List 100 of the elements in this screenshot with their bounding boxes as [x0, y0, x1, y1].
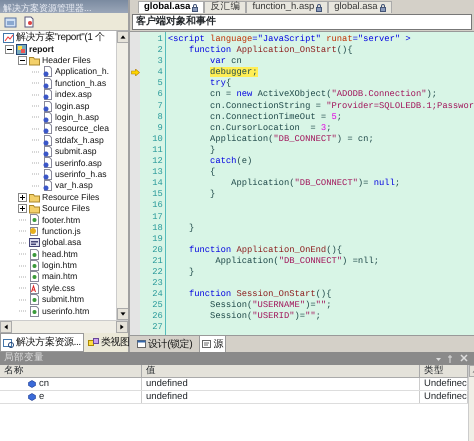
- scroll-left-icon[interactable]: [0, 321, 12, 333]
- code-line: Session("USERNAME")="";: [209, 300, 332, 312]
- line-number: 14: [151, 178, 164, 190]
- tree-item[interactable]: function.js: [0, 226, 116, 238]
- tree-line-icon: [32, 82, 40, 84]
- editor-tab[interactable]: global.asa: [138, 1, 204, 13]
- tree-item[interactable]: footer.htm: [0, 214, 116, 226]
- tree-item[interactable]: submit.asp: [0, 146, 116, 158]
- tree-item[interactable]: login_h.asp: [0, 112, 116, 124]
- lock-icon: [192, 4, 198, 12]
- code-line: Session("USERID")="";: [209, 311, 321, 322]
- tree-item[interactable]: var_h.asp: [0, 180, 116, 192]
- tree-line-icon: [18, 230, 26, 232]
- object-dropdown[interactable]: 客户端对象和事件: [132, 14, 472, 30]
- code-line: var cn: [209, 56, 242, 68]
- collapse-icon[interactable]: [5, 44, 14, 54]
- line-number: 23: [151, 278, 164, 290]
- web-file-icon: [29, 214, 40, 226]
- tree-item[interactable]: userinfo.asp: [0, 157, 116, 169]
- editor-tab[interactable]: function_h.asp: [246, 1, 328, 13]
- tree-item[interactable]: main.htm: [0, 271, 116, 283]
- tree-item[interactable]: resource_clea: [0, 123, 116, 135]
- line-number: 9: [156, 122, 164, 134]
- line-number: 11: [151, 144, 164, 156]
- tree-item[interactable]: global.asa: [0, 237, 116, 248]
- document-icon[interactable]: [23, 16, 35, 28]
- tree-item[interactable]: login.asp: [0, 100, 116, 112]
- tree-item[interactable]: style.css: [0, 282, 116, 294]
- tree-item[interactable]: userinfo.htm: [0, 305, 116, 317]
- scroll-right-icon[interactable]: [116, 321, 128, 333]
- window-controls-icon[interactable]: [434, 354, 470, 363]
- tree-item[interactable]: Application_h.: [0, 66, 116, 78]
- horizontal-scrollbar[interactable]: [0, 320, 128, 333]
- stylesheet-file-icon: [29, 282, 40, 294]
- tree-item[interactable]: index.asp: [0, 88, 116, 100]
- tree-line-icon: [18, 242, 26, 244]
- line-number: 19: [151, 234, 164, 245]
- source-icon: [202, 340, 212, 348]
- line-number: 15: [151, 189, 164, 200]
- tree-item[interactable]: function_h.as: [0, 78, 116, 89]
- design-icon: [137, 340, 146, 348]
- tree-item[interactable]: userinfo_h.as: [0, 168, 116, 180]
- tree-item[interactable]: Header Files: [0, 54, 116, 66]
- code-line: }: [209, 144, 216, 156]
- tree-line-icon: [18, 298, 26, 301]
- editor-tab[interactable]: global.asa: [328, 1, 392, 13]
- vertical-scrollbar[interactable]: [116, 31, 128, 320]
- folder-icon: [29, 54, 40, 66]
- expand-icon[interactable]: [18, 192, 27, 202]
- tree-item[interactable]: 解决方案"report"(1 个: [0, 32, 116, 44]
- web-file-icon: [29, 271, 40, 282]
- scroll-up-icon[interactable]: [117, 31, 128, 43]
- tree-item[interactable]: stdafx_h.asp: [0, 134, 116, 146]
- code-line: cn.ConnectionString = "Provider=SQLOLEDB.1;Passwor: [209, 100, 474, 112]
- tree-line-icon: [32, 184, 40, 187]
- code-line: Application("DB_CONNECT")= null;: [230, 178, 400, 190]
- line-number: 25: [151, 300, 164, 312]
- column-header[interactable]: 名称: [0, 365, 142, 377]
- code-line: cn.CursorLocation = 3;: [209, 122, 332, 134]
- scroll-down-icon[interactable]: [117, 308, 128, 320]
- tree-line-icon: [18, 264, 26, 266]
- collapse-icon[interactable]: [18, 56, 27, 65]
- tree-item[interactable]: login.htm: [0, 260, 116, 272]
- tree-line-icon: [32, 105, 40, 108]
- code-line: }: [188, 222, 194, 234]
- tree-line-icon: [32, 128, 40, 130]
- panel-title: 局部变量: [4, 351, 44, 366]
- tree-line-icon: [32, 94, 40, 96]
- panel-title: 解决方案资源管理器...: [3, 4, 92, 13]
- column-header[interactable]: 值: [142, 365, 420, 377]
- line-number: 26: [151, 311, 164, 322]
- tree-item[interactable]: Resource Files: [0, 191, 116, 203]
- code-line: function Application_OnEnd(){: [188, 244, 342, 256]
- table-cell: undefined: [142, 391, 420, 403]
- code-line: {: [209, 167, 216, 178]
- code-line: cn.ConnectionTimeOut = 5;: [209, 112, 342, 123]
- line-number: 10: [151, 134, 164, 145]
- expand-icon[interactable]: [18, 204, 27, 214]
- tree-item[interactable]: report: [0, 43, 116, 55]
- tree-item[interactable]: Source Files: [0, 202, 116, 214]
- tree-line-icon: [18, 287, 26, 290]
- line-number: 2: [156, 45, 164, 56]
- lock-icon: [380, 4, 386, 12]
- line-number: 6: [156, 89, 164, 101]
- line-number: 7: [156, 100, 164, 112]
- tree-line-icon: [18, 310, 26, 312]
- tree-line-icon: [32, 70, 40, 73]
- line-number: 4: [156, 67, 164, 78]
- folder-icon: [29, 203, 40, 214]
- panel-tab[interactable]: 解决方案资源...: [0, 333, 84, 352]
- code-line: Application("DB_CONNECT") =nll;: [214, 256, 379, 267]
- tree-line-icon: [32, 162, 40, 164]
- code-line: catch(e): [209, 156, 252, 168]
- tree-item[interactable]: submit.htm: [0, 294, 116, 306]
- code-line: function Session_OnStart(){: [188, 289, 332, 300]
- properties-icon[interactable]: [4, 16, 17, 28]
- panel-tab[interactable]: 类视图: [84, 333, 133, 352]
- line-number: 22: [151, 266, 164, 278]
- tree-item[interactable]: head.htm: [0, 248, 116, 260]
- editor-tab[interactable]: 反汇编: [204, 1, 246, 13]
